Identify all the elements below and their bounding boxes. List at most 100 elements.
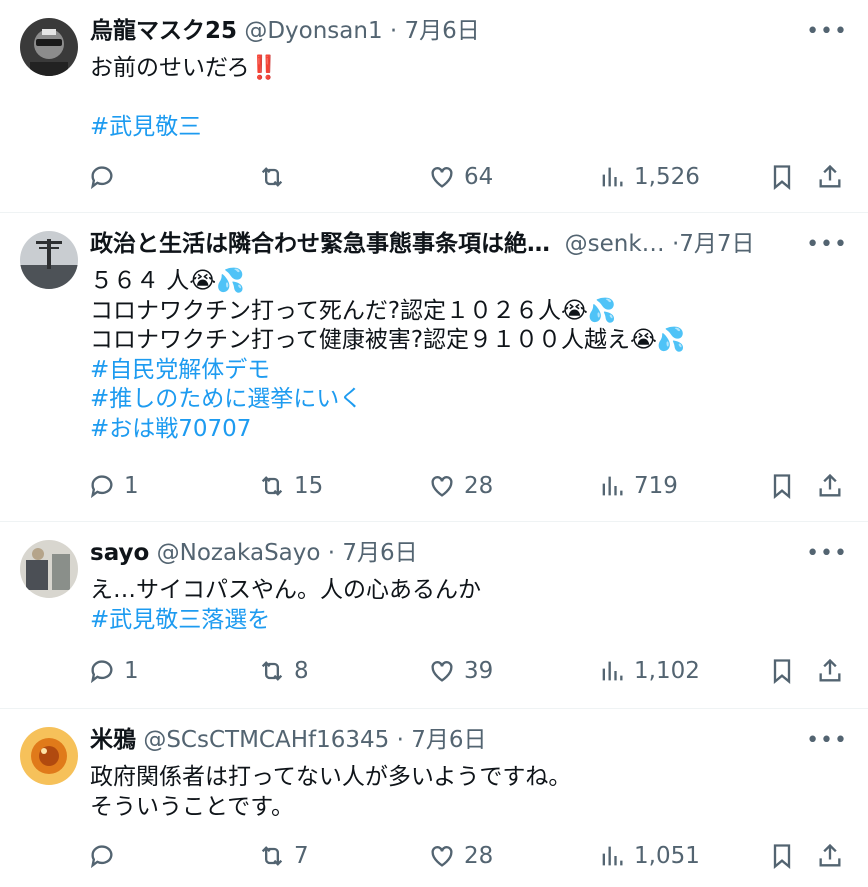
tweet-header: 烏龍マスク25 @Dyonsan1 · 7月6日 xyxy=(90,16,808,46)
timestamp[interactable]: 7月6日 xyxy=(342,538,417,568)
tweet[interactable]: 政治と生活は隣合わせ緊急事態事条項は絶… @senk… · 7月7日 ••• ５６… xyxy=(0,213,868,522)
share-button[interactable] xyxy=(816,841,844,871)
views-icon xyxy=(602,661,623,681)
avatar[interactable] xyxy=(20,727,78,785)
tweet-line: そういうことです。 xyxy=(90,793,295,820)
share-button[interactable] xyxy=(816,471,844,501)
timestamp[interactable]: 7月6日 xyxy=(411,725,486,755)
tweet-header: 政治と生活は隣合わせ緊急事態事条項は絶… @senk… · 7月7日 xyxy=(90,229,808,259)
timestamp[interactable]: 7月7日 xyxy=(679,229,754,259)
avatar[interactable] xyxy=(20,540,78,598)
avatar-image xyxy=(20,18,78,76)
tweet[interactable]: 烏龍マスク25 @Dyonsan1 · 7月6日 ••• お前のせいだろ‼️ #… xyxy=(0,0,868,213)
display-name[interactable]: sayo xyxy=(90,538,149,568)
retweet-icon xyxy=(261,167,283,187)
share-icon xyxy=(819,843,841,867)
reply-button[interactable] xyxy=(88,162,124,192)
tweet-line: 政府関係者は打ってない人が多いようですね。 xyxy=(90,764,572,790)
views-button[interactable]: 1,051 xyxy=(598,841,700,871)
hashtag-link[interactable]: #推しのために選挙にいく xyxy=(90,385,848,415)
like-button[interactable]: 39 xyxy=(428,656,493,686)
retweet-button[interactable]: 15 xyxy=(258,471,323,501)
views-icon xyxy=(602,846,623,866)
more-options-button[interactable]: ••• xyxy=(806,730,848,752)
like-button[interactable]: 28 xyxy=(428,841,493,871)
tweet-text: え…サイコパスやん。人の心あるんか #武見敬三落選を xyxy=(90,576,848,635)
view-count: 1,102 xyxy=(634,658,700,684)
hashtag-link[interactable]: #自民党解体デモ xyxy=(90,356,848,386)
reply-count: 1 xyxy=(124,658,139,684)
view-count: 1,051 xyxy=(634,843,700,869)
hashtag-link[interactable]: #武見敬三落選を xyxy=(90,606,848,636)
avatar-image xyxy=(20,540,78,598)
reply-icon xyxy=(90,475,113,499)
retweet-icon xyxy=(261,661,283,681)
avatar[interactable] xyxy=(20,18,78,76)
tweet-text: 政府関係者は打ってない人が多いようですね。 そういうことです。 xyxy=(90,763,848,822)
tweet-line: ５６４ 人😭💦 xyxy=(90,268,245,294)
like-button[interactable]: 28 xyxy=(428,471,493,501)
tweet-header: 米鴉 @SCsCTMCAHf16345 · 7月6日 xyxy=(90,725,808,755)
tweet-actions: 1 8 39 1,102 xyxy=(88,656,848,686)
reply-icon xyxy=(90,166,113,190)
tweet-text: ５６４ 人😭💦 コロナワクチン打って死んだ?認定１０２６人😭💦 コロナワクチン打… xyxy=(90,267,848,444)
heart-icon xyxy=(431,167,453,188)
timestamp[interactable]: 7月6日 xyxy=(405,16,480,46)
separator-dot: · xyxy=(396,727,404,753)
views-button[interactable]: 719 xyxy=(598,471,678,501)
like-count: 28 xyxy=(464,843,494,869)
reply-icon xyxy=(90,660,113,684)
bookmark-icon xyxy=(773,659,791,684)
separator-dot: · xyxy=(389,18,398,44)
retweet-button[interactable]: 8 xyxy=(258,656,309,686)
views-icon xyxy=(602,167,623,187)
tweet[interactable]: 米鴉 @SCsCTMCAHf16345 · 7月6日 ••• 政府関係者は打って… xyxy=(0,709,868,887)
more-options-button[interactable]: ••• xyxy=(806,21,848,43)
retweet-count: 7 xyxy=(294,843,309,869)
avatar[interactable] xyxy=(20,231,78,289)
more-options-button[interactable]: ••• xyxy=(806,234,848,256)
tweet-line: コロナワクチン打って健康被害?認定９１００人越え😭💦 xyxy=(90,327,686,353)
view-count: 1,526 xyxy=(634,164,700,190)
views-button[interactable]: 1,526 xyxy=(598,162,700,192)
user-handle[interactable]: @NozakaSayo xyxy=(157,538,321,568)
share-button[interactable] xyxy=(816,656,844,686)
reply-button[interactable]: 1 xyxy=(88,471,139,501)
display-name[interactable]: 烏龍マスク25 xyxy=(90,16,237,46)
retweet-button[interactable] xyxy=(258,162,294,192)
retweet-button[interactable]: 7 xyxy=(258,841,309,871)
heart-icon xyxy=(431,846,453,867)
bookmark-button[interactable] xyxy=(768,841,796,871)
share-icon xyxy=(819,658,841,682)
hashtag-link[interactable]: #武見敬三 xyxy=(90,113,848,143)
tweet[interactable]: sayo @NozakaSayo · 7月6日 ••• え…サイコパスやん。人の… xyxy=(0,522,868,709)
user-handle[interactable]: @senk… xyxy=(565,229,665,259)
like-button[interactable]: 64 xyxy=(428,162,493,192)
display-name[interactable]: 政治と生活は隣合わせ緊急事態事条項は絶… xyxy=(90,229,550,259)
bookmark-button[interactable] xyxy=(768,162,796,192)
like-count: 64 xyxy=(464,164,494,190)
separator-dot: · xyxy=(671,231,680,257)
avatar-image xyxy=(20,231,78,289)
user-handle[interactable]: @SCsCTMCAHf16345 xyxy=(143,725,389,755)
share-icon xyxy=(819,473,841,497)
views-button[interactable]: 1,102 xyxy=(598,656,700,686)
tweet-actions: 7 28 1,051 xyxy=(88,841,848,871)
retweet-count: 15 xyxy=(294,473,324,499)
bookmark-button[interactable] xyxy=(768,656,796,686)
share-button[interactable] xyxy=(816,162,844,192)
more-options-button[interactable]: ••• xyxy=(806,543,848,565)
hashtag-link[interactable]: #おは戦70707 xyxy=(90,415,848,445)
bookmark-icon xyxy=(773,165,791,190)
views-icon xyxy=(602,476,623,496)
avatar-image xyxy=(20,727,78,785)
tweet-header: sayo @NozakaSayo · 7月6日 xyxy=(90,538,808,568)
retweet-icon xyxy=(261,476,283,496)
bookmark-button[interactable] xyxy=(768,471,796,501)
user-handle[interactable]: @Dyonsan1 xyxy=(244,16,382,46)
display-name[interactable]: 米鴉 xyxy=(90,725,136,755)
tweet-line: コロナワクチン打って死んだ?認定１０２６人😭💦 xyxy=(90,297,617,324)
reply-button[interactable]: 1 xyxy=(88,656,139,686)
tweet-text: お前のせいだろ‼️ #武見敬三 xyxy=(90,54,848,143)
reply-button[interactable] xyxy=(88,841,124,871)
